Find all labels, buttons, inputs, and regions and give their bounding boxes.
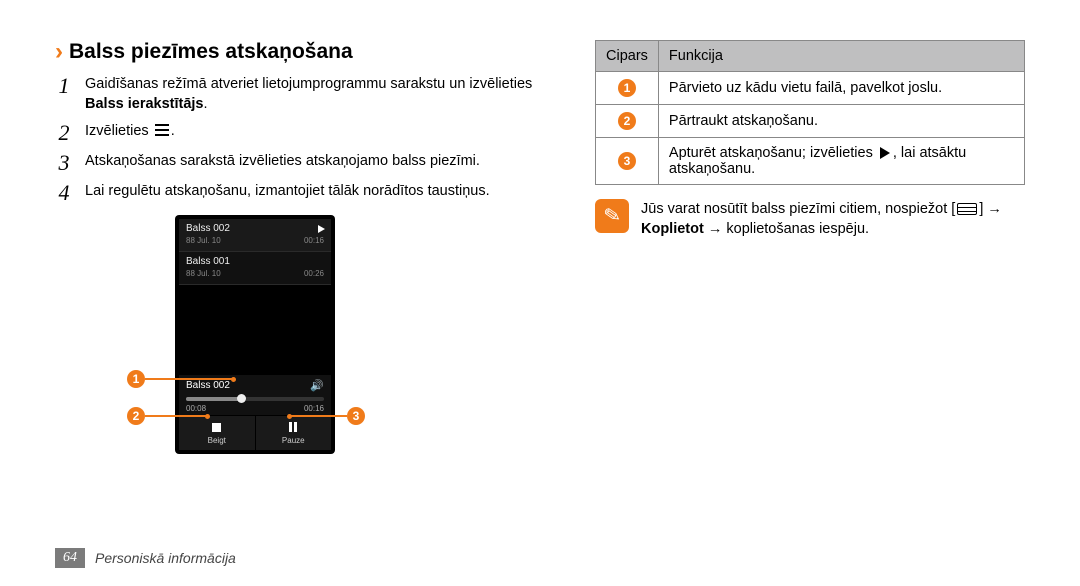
page-number: 64 bbox=[55, 548, 85, 568]
footer-section: Personiskā informācija bbox=[95, 550, 236, 566]
np-t1: 00:08 bbox=[186, 404, 206, 413]
np-t2: 00:16 bbox=[304, 404, 324, 413]
step-item: 3 Atskaņošanas sarakstā izvēlieties atska… bbox=[55, 151, 535, 175]
callout-3-line bbox=[289, 415, 347, 417]
phone-mock: Balss 002 88 Jul. 10 00:16 Balss 001 88 Jul.… bbox=[175, 215, 335, 454]
pause-button[interactable]: Pauze bbox=[255, 415, 332, 450]
step-item: 4 Lai regulētu atskaņošanu, izmantojiet t… bbox=[55, 181, 535, 205]
step-number: 2 bbox=[55, 121, 73, 145]
section-heading: › Balss piezīmes atskaņošana bbox=[55, 40, 535, 64]
row-text: Pārtraukt atskaņošanu. bbox=[658, 105, 1024, 138]
rec-dur: 00:16 bbox=[304, 236, 324, 245]
seek-slider[interactable] bbox=[186, 397, 324, 401]
table-row: 3 Apturēt atskaņošanu; izvēlieties , lai … bbox=[596, 138, 1025, 185]
play-icon bbox=[318, 225, 325, 233]
step-number: 3 bbox=[55, 151, 73, 175]
page-footer: 64 Personiskā informācija bbox=[55, 548, 236, 568]
rec-dur: 00:26 bbox=[304, 269, 324, 278]
stop-label: Beigt bbox=[208, 436, 226, 445]
step-item: 1 Gaidīšanas režīmā atveriet lietojumprog… bbox=[55, 74, 535, 115]
heading-text: Balss piezīmes atskaņošana bbox=[69, 40, 353, 64]
pause-label: Pauze bbox=[282, 436, 305, 445]
th-funkcija: Funkcija bbox=[658, 41, 1024, 72]
pen-icon: ✎ bbox=[601, 201, 622, 231]
callout-3: 3 bbox=[347, 407, 365, 425]
control-row: Beigt Pauze bbox=[179, 415, 331, 450]
rec-title: Balss 001 bbox=[186, 256, 324, 267]
tip-icon: ✎ bbox=[595, 199, 629, 233]
np-title: Balss 002 bbox=[186, 380, 230, 391]
tip-text: Jūs varat nosūtīt balss piezīmi citiem, … bbox=[641, 199, 1025, 240]
tip-box: ✎ Jūs varat nosūtīt balss piezīmi citiem… bbox=[595, 199, 1025, 240]
th-cipars: Cipars bbox=[596, 41, 659, 72]
row-number-circle: 2 bbox=[618, 112, 636, 130]
table-row: 2 Pārtraukt atskaņošanu. bbox=[596, 105, 1025, 138]
rec-date: 88 Jul. 10 bbox=[186, 269, 221, 278]
rec-item[interactable]: Balss 001 88 Jul. 10 00:26 bbox=[179, 252, 331, 285]
stop-button[interactable]: Beigt bbox=[179, 415, 255, 450]
function-table: Cipars Funkcija 1 Pārvieto uz kādu vietu … bbox=[595, 40, 1025, 185]
step-number: 4 bbox=[55, 181, 73, 205]
step-text: Izvēlieties . bbox=[85, 121, 175, 141]
step-item: 2 Izvēlieties . bbox=[55, 121, 535, 145]
table-row: 1 Pārvieto uz kādu vietu failā, pavelkot … bbox=[596, 72, 1025, 105]
volume-icon: 🔊 bbox=[310, 379, 324, 392]
row-number-circle: 1 bbox=[618, 79, 636, 97]
rec-item[interactable]: Balss 002 88 Jul. 10 00:16 bbox=[179, 219, 331, 252]
step-text: Gaidīšanas režīmā atveriet lietojumprogr… bbox=[85, 74, 535, 115]
callout-2: 2 bbox=[127, 407, 145, 425]
callout-1: 1 bbox=[127, 370, 145, 388]
step-text: Atskaņošanas sarakstā izvēlieties atskaņ… bbox=[85, 151, 480, 171]
callout-2-line bbox=[145, 415, 207, 417]
row-number-circle: 3 bbox=[618, 152, 636, 170]
pause-icon bbox=[288, 421, 298, 435]
stop-icon bbox=[212, 423, 221, 432]
rec-title: Balss 002 bbox=[186, 223, 324, 234]
row-text: Apturēt atskaņošanu; izvēlieties , lai a… bbox=[658, 138, 1024, 185]
row-text: Pārvieto uz kādu vietu failā, pavelkot j… bbox=[658, 72, 1024, 105]
step-list: 1 Gaidīšanas režīmā atveriet lietojumprog… bbox=[55, 74, 535, 205]
now-playing: Balss 002 🔊 00:08 00:16 bbox=[179, 375, 331, 415]
step-number: 1 bbox=[55, 74, 73, 98]
step-text: Lai regulētu atskaņošanu, izmantojiet tā… bbox=[85, 181, 490, 201]
rec-date: 88 Jul. 10 bbox=[186, 236, 221, 245]
callout-1-line bbox=[145, 378, 233, 380]
chevron-icon: › bbox=[55, 40, 63, 64]
